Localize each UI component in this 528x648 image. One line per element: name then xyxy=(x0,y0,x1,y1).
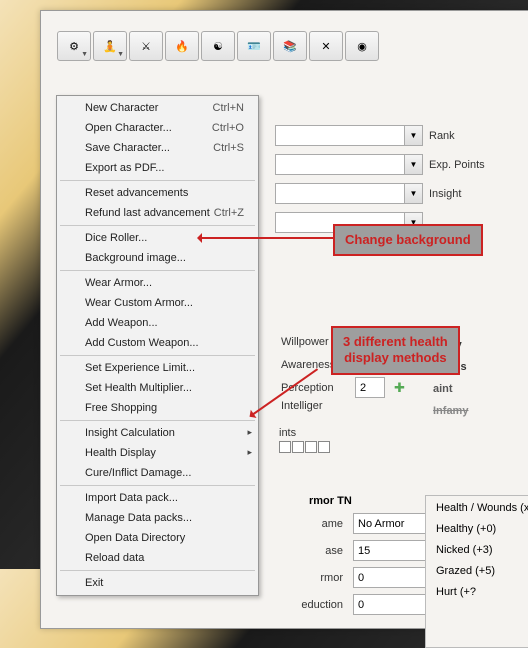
hw-grazed: Grazed (+5) xyxy=(436,565,528,577)
toolbar-yinyang-button[interactable]: ☯ xyxy=(201,31,235,61)
toolbar-sword-button[interactable]: ⚔ xyxy=(129,31,163,61)
toolbar-gear-button[interactable]: ⚙▼ xyxy=(57,31,91,61)
menu-add-custom-weapon[interactable]: Add Custom Weapon... xyxy=(57,333,258,353)
content-area: New CharacterCtrl+N Open Character...Ctr… xyxy=(53,65,528,77)
exp-label: Exp. Points xyxy=(429,159,485,171)
gear-dropdown-menu: New CharacterCtrl+N Open Character...Ctr… xyxy=(56,95,259,596)
armor-section: rmor TN ame ase rmor eduction xyxy=(279,495,439,621)
cross-swords-icon: ✕ xyxy=(321,40,330,53)
toolbar-cross-button[interactable]: ✕ xyxy=(309,31,343,61)
menu-reset-advancements[interactable]: Reset advancements xyxy=(57,183,258,203)
menu-save-character[interactable]: Save Character...Ctrl+S xyxy=(57,138,258,158)
menu-set-xp-limit[interactable]: Set Experience Limit... xyxy=(57,358,258,378)
monk-icon: 🧘 xyxy=(103,40,117,53)
void-points-label: ints xyxy=(279,427,296,439)
insight-combo[interactable]: ▼ xyxy=(275,183,423,204)
toolbar-fire-button[interactable]: 🔥 xyxy=(165,31,199,61)
insight-label: Insight xyxy=(429,188,461,200)
toolbar-books-button[interactable]: 📚 xyxy=(273,31,307,61)
menu-manage-data-packs[interactable]: Manage Data packs... xyxy=(57,508,258,528)
menu-wear-custom-armor[interactable]: Wear Custom Armor... xyxy=(57,293,258,313)
plus-icon[interactable]: ✚ xyxy=(394,380,405,396)
armor-tn-label: rmor TN xyxy=(279,495,439,507)
menu-open-character[interactable]: Open Character...Ctrl+O xyxy=(57,118,258,138)
rank-label: Rank xyxy=(429,130,455,142)
armor-name-label: ame xyxy=(279,518,347,530)
chevron-down-icon: ▼ xyxy=(405,183,423,204)
armor-reduction-label: eduction xyxy=(279,599,347,611)
menu-refund-advancement[interactable]: Refund last advancementCtrl+Z xyxy=(57,203,258,223)
chevron-down-icon: ▼ xyxy=(81,51,88,58)
menu-health-display[interactable]: Health Display xyxy=(57,443,258,463)
menu-reload-data[interactable]: Reload data xyxy=(57,548,258,568)
hw-hurt: Hurt (+? xyxy=(436,586,528,598)
chevron-down-icon: ▼ xyxy=(405,154,423,175)
health-wounds-box: Health / Wounds (x Healthy (+0) Nicked (… xyxy=(425,495,528,648)
menu-free-shopping[interactable]: Free Shopping xyxy=(57,398,258,418)
menu-insight-calculation[interactable]: Insight Calculation xyxy=(57,423,258,443)
rank-combo[interactable]: ▼ xyxy=(275,125,423,146)
void-section: ints xyxy=(279,427,330,453)
chevron-down-icon: ▼ xyxy=(117,51,124,58)
id-card-icon: 🪪 xyxy=(247,40,261,53)
toolbar-coin-button[interactable]: ◉ xyxy=(345,31,379,61)
gear-icon: ⚙ xyxy=(69,40,79,53)
armor-armor-label: rmor xyxy=(279,572,347,584)
menu-cure-inflict[interactable]: Cure/Inflict Damage... xyxy=(57,463,258,483)
annotation-arrow xyxy=(200,237,333,239)
menu-add-weapon[interactable]: Add Weapon... xyxy=(57,313,258,333)
menu-exit[interactable]: Exit xyxy=(57,573,258,593)
toolbar: ⚙▼ 🧘▼ ⚔ 🔥 ☯ 🪪 📚 ✕ ◉ xyxy=(57,31,528,61)
menu-export-pdf[interactable]: Export as PDF... xyxy=(57,158,258,178)
hw-nicked: Nicked (+3) xyxy=(436,544,528,556)
hw-healthy: Healthy (+0) xyxy=(436,523,528,535)
books-icon: 📚 xyxy=(283,40,297,53)
taint-label: aint xyxy=(433,383,468,395)
yinyang-icon: ☯ xyxy=(213,40,223,53)
exp-combo[interactable]: ▼ xyxy=(275,154,423,175)
void-boxes[interactable] xyxy=(279,441,330,453)
callout-health-display: 3 different health display methods xyxy=(331,326,460,375)
toolbar-monk-button[interactable]: 🧘▼ xyxy=(93,31,127,61)
menu-new-character[interactable]: New CharacterCtrl+N xyxy=(57,98,258,118)
callout-change-background: Change background xyxy=(333,224,483,256)
chevron-down-icon: ▼ xyxy=(405,125,423,146)
menu-open-data-directory[interactable]: Open Data Directory xyxy=(57,528,258,548)
app-window: ⚙▼ 🧘▼ ⚔ 🔥 ☯ 🪪 📚 ✕ ◉ New CharacterCtrl+N … xyxy=(40,10,528,629)
coin-icon: ◉ xyxy=(357,40,367,53)
menu-import-data-pack[interactable]: Import Data pack... xyxy=(57,488,258,508)
hw-title: Health / Wounds (x xyxy=(436,502,528,514)
menu-set-health-multiplier[interactable]: Set Health Multiplier... xyxy=(57,378,258,398)
intelligence-label: Intelliger xyxy=(281,400,349,412)
menu-wear-armor[interactable]: Wear Armor... xyxy=(57,273,258,293)
sword-icon: ⚔ xyxy=(141,40,151,53)
infamy-label: Infamy xyxy=(433,405,468,417)
toolbar-id-button[interactable]: 🪪 xyxy=(237,31,271,61)
armor-base-label: ase xyxy=(279,545,347,557)
fire-icon: 🔥 xyxy=(175,40,189,53)
menu-background-image[interactable]: Background image... xyxy=(57,248,258,268)
perception-field[interactable] xyxy=(355,377,385,398)
